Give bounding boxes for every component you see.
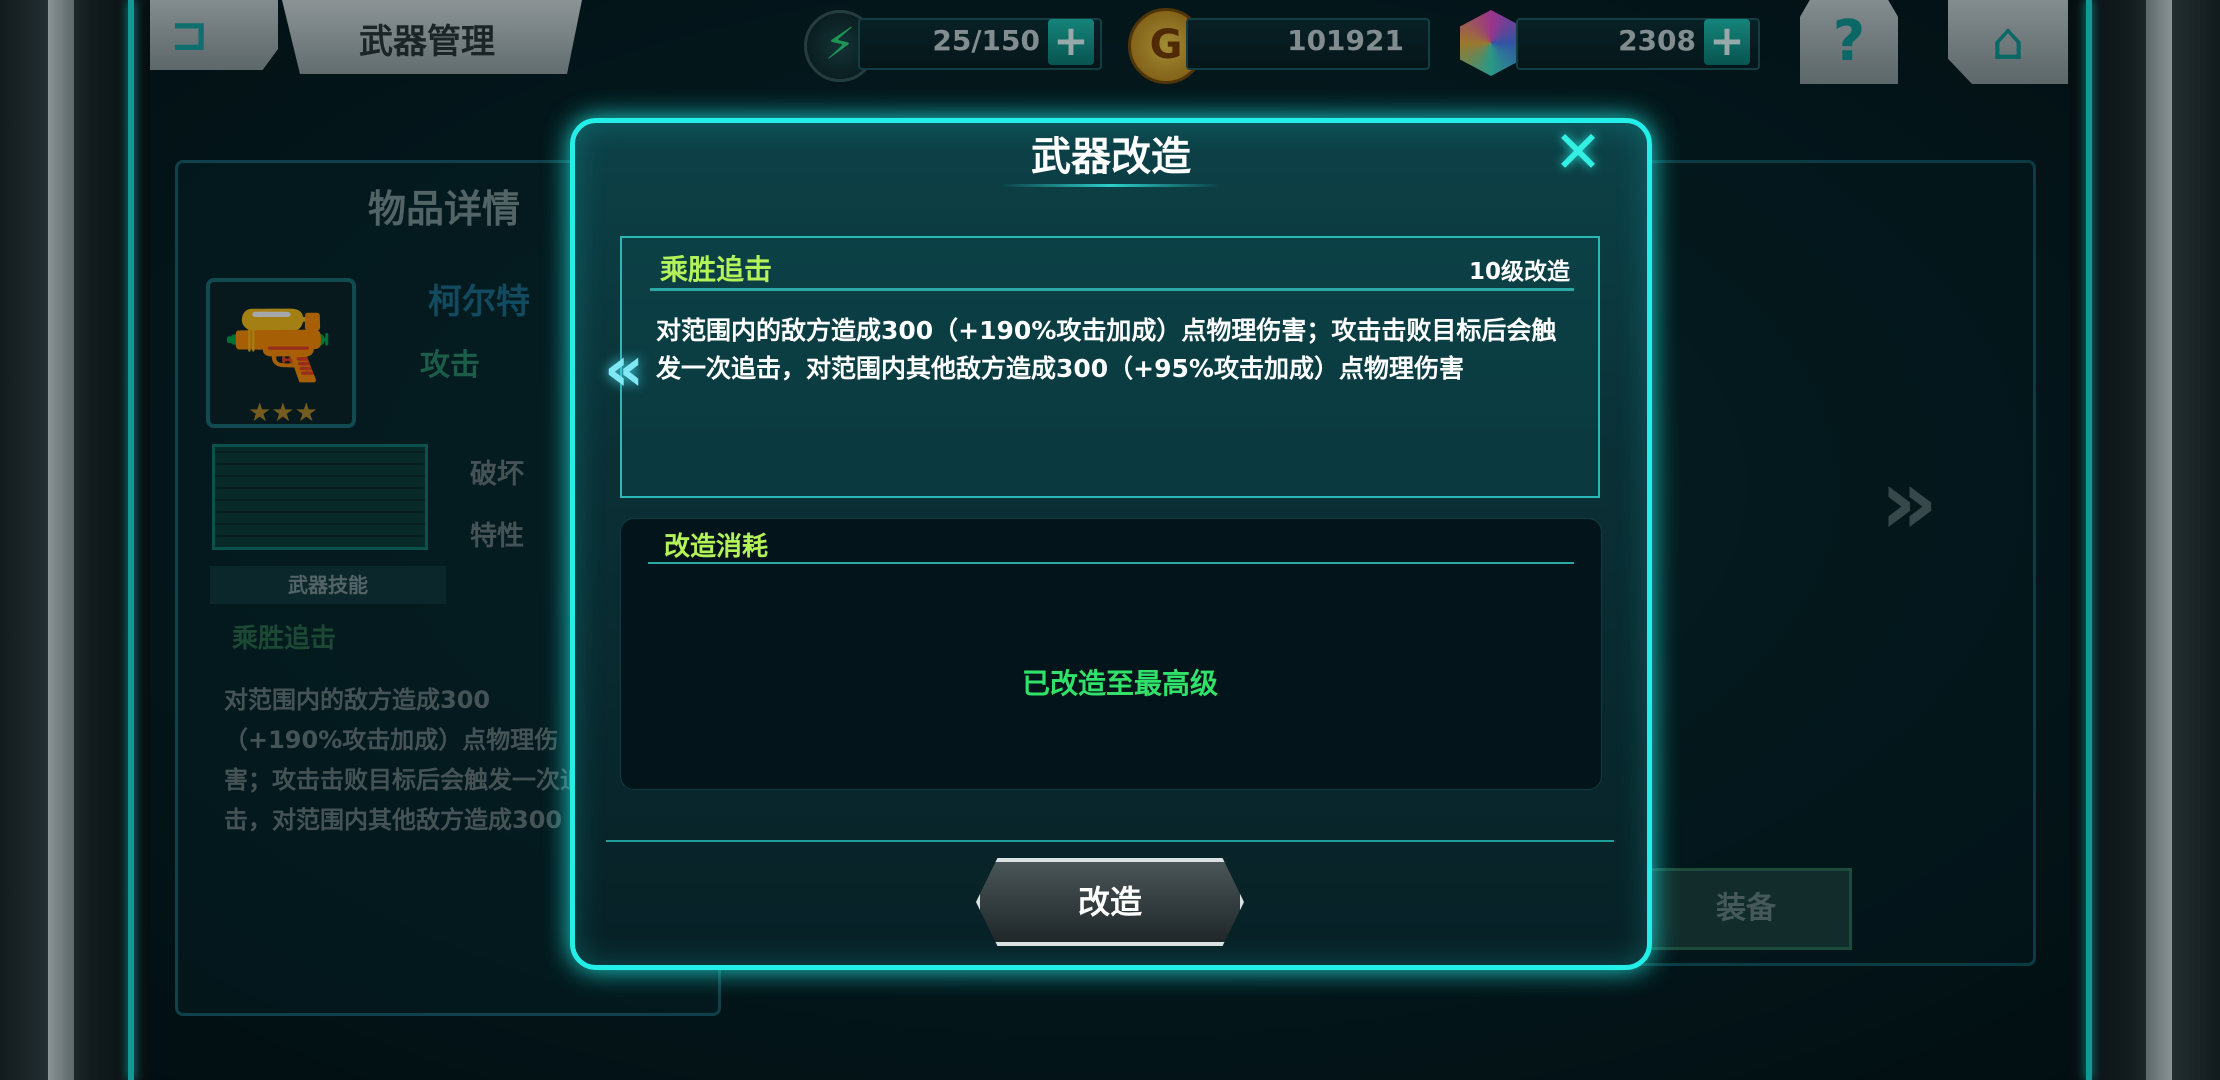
skill-name: 乘胜追击 — [660, 253, 773, 286]
modify-level: 10级改造 — [1468, 259, 1570, 285]
cost-title: 改造消耗 — [664, 532, 769, 562]
modify-button[interactable]: 改造 — [976, 858, 1244, 946]
title-divider — [1000, 184, 1220, 187]
skill-divider — [650, 288, 1574, 291]
max-level-status: 已改造至最高级 — [1021, 667, 1218, 700]
prev-arrow-icon[interactable]: « — [604, 332, 644, 405]
close-button[interactable]: ✕ — [1548, 122, 1608, 182]
cost-divider — [648, 562, 1574, 564]
footer-divider — [606, 840, 1614, 842]
dialog-title: 武器改造 — [1031, 134, 1191, 180]
skill-description: 对范围内的敌方造成300（+190%攻击加成）点物理伤害；攻击击败目标后会触发一… — [656, 316, 1557, 383]
